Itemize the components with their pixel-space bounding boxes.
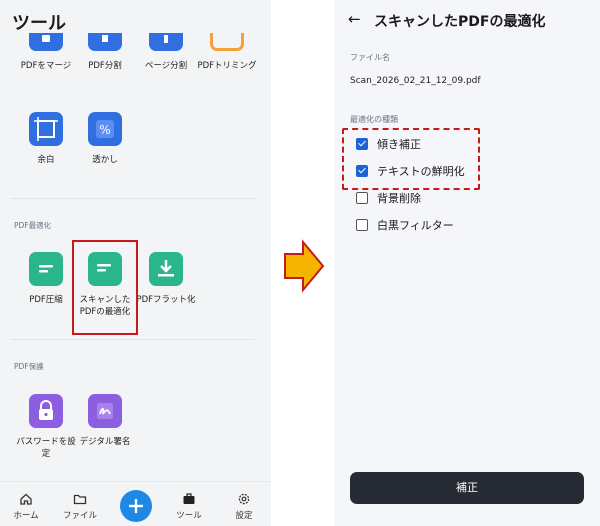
tool-digital-signature[interactable]: デジタル署名 [70, 394, 140, 448]
checkbox-unchecked[interactable] [356, 192, 368, 204]
tool-label: 透かし [92, 155, 118, 165]
home-icon [20, 493, 32, 505]
lock-icon [29, 394, 63, 428]
tool-split-pdf[interactable]: PDF分割 [70, 33, 140, 72]
tool-label: PDFフラット化 [136, 295, 196, 305]
section-heading-optimize: PDF最適化 [14, 221, 52, 230]
margin-icon [29, 112, 63, 146]
folder-icon [73, 494, 87, 505]
tool-watermark[interactable]: % 透かし [70, 112, 140, 166]
section-heading-protect: PDF保護 [14, 362, 44, 371]
nav-label: 設定 [235, 511, 253, 521]
nav-label: ホーム [13, 511, 39, 521]
nav-label: ファイル [62, 511, 97, 521]
add-button[interactable] [120, 490, 152, 522]
compress-icon [29, 252, 63, 286]
page-split-icon [149, 33, 183, 51]
tool-page-split[interactable]: ページ分割 [131, 33, 201, 72]
correct-button[interactable]: 補正 [350, 472, 584, 504]
divider [10, 339, 255, 340]
trim-icon [210, 33, 244, 51]
nav-home[interactable]: ホーム [1, 492, 51, 521]
highlight-box [72, 240, 138, 335]
plus-icon [129, 499, 143, 513]
tool-label: PDFトリミング [197, 61, 257, 71]
page-title: ツール [12, 13, 66, 34]
highlight-dashed-box [342, 128, 480, 190]
page-title: スキャンしたPDFの最適化 [374, 14, 546, 30]
signature-icon [88, 394, 122, 428]
arrow-right-icon [284, 239, 325, 293]
optimize-screen: ← スキャンしたPDFの最適化 ファイル名 Scan_2026_02_21_12… [334, 0, 600, 526]
file-name-label: ファイル名 [350, 53, 390, 62]
option-label: 白黒フィルター [377, 219, 454, 232]
nav-file[interactable]: ファイル [55, 492, 105, 521]
optimization-type-label: 最適化の種類 [350, 115, 398, 124]
tool-label-line2: 定 [41, 449, 51, 459]
tools-screen: ツール PDFをマージ PDF分割 ページ分割 PDFトリミング 余白 % 透か… [0, 0, 271, 526]
stage: ツール PDFをマージ PDF分割 ページ分割 PDFトリミング 余白 % 透か… [0, 0, 600, 526]
tool-label: PDF分割 [88, 61, 122, 71]
checkbox-unchecked[interactable] [356, 219, 368, 231]
option-remove-background[interactable]: 背景削除 [356, 190, 421, 206]
flatten-icon [149, 252, 183, 286]
option-label: 背景削除 [377, 192, 421, 205]
watermark-icon: % [88, 112, 122, 146]
tool-label: ページ分割 [144, 61, 188, 71]
merge-icon [29, 33, 63, 51]
back-arrow-icon[interactable]: ← [348, 10, 361, 28]
nav-tools[interactable]: ツール [164, 492, 214, 521]
tool-pdf-flatten[interactable]: PDFフラット化 [131, 252, 201, 306]
file-name-value: Scan_2026_02_21_12_09.pdf [350, 76, 481, 86]
split-icon [88, 33, 122, 51]
divider [10, 198, 255, 199]
gear-icon [238, 493, 250, 505]
svg-text:%: % [99, 123, 110, 137]
nav-label: ツール [176, 511, 202, 521]
briefcase-icon [183, 493, 195, 504]
nav-settings[interactable]: 設定 [219, 492, 269, 521]
tool-label: デジタル署名 [79, 437, 131, 447]
option-bw-filter[interactable]: 白黒フィルター [356, 217, 454, 233]
tool-pdf-trim[interactable]: PDFトリミング [192, 33, 262, 72]
